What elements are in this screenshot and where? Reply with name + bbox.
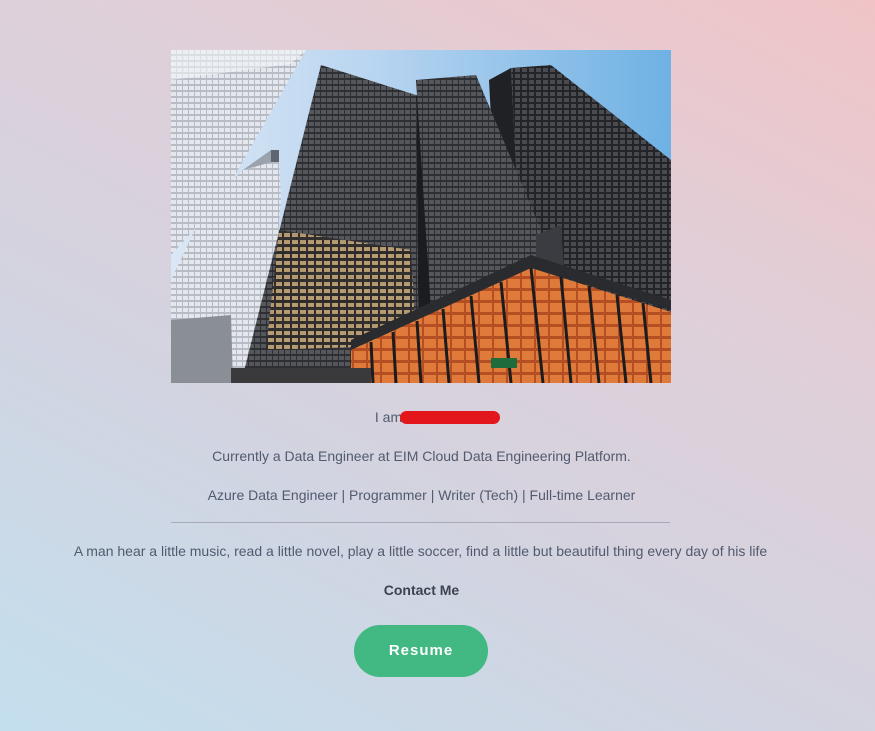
intro-prefix: I am	[374, 409, 403, 425]
motto-text: A man hear a little music, read a little…	[73, 543, 768, 559]
hero-image	[171, 50, 671, 383]
roles-text: Azure Data Engineer | Programmer | Write…	[207, 487, 636, 503]
divider	[171, 522, 670, 523]
intro-line: I am	[0, 408, 875, 426]
contact-me-link[interactable]: Contact Me	[0, 581, 859, 599]
redacted-name	[400, 411, 501, 424]
resume-button[interactable]: Resume	[354, 625, 488, 677]
current-position-text: Currently a Data Engineer at EIM Cloud D…	[212, 448, 631, 464]
